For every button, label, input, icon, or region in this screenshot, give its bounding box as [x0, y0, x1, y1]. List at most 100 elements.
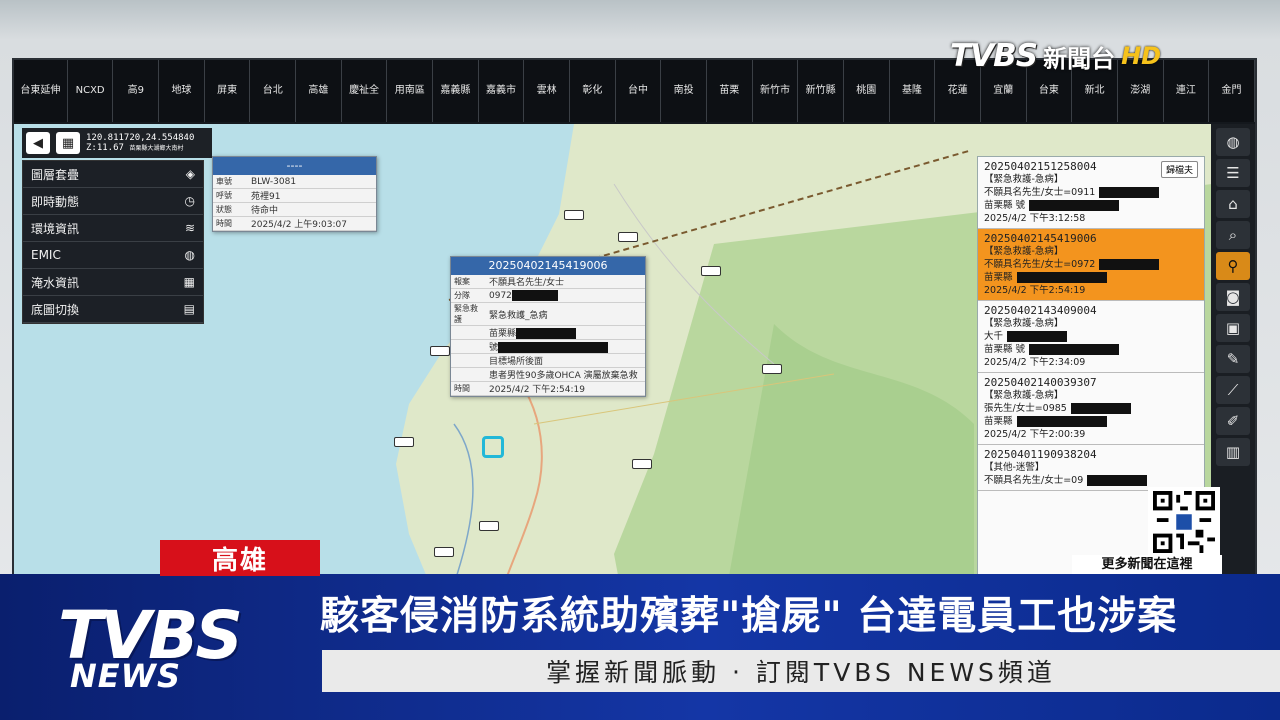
qr-code[interactable]: [1148, 487, 1220, 557]
vehicle-marker[interactable]: [632, 459, 652, 469]
book-icon[interactable]: ▥: [1216, 438, 1250, 466]
vehicle-marker[interactable]: [564, 210, 584, 220]
layers-icon: ◈: [185, 167, 195, 181]
popup-key: 報案: [454, 277, 470, 286]
popup-row: 狀態 待命中: [213, 203, 376, 217]
vehicle-marker[interactable]: [701, 266, 721, 276]
popup-row: 時間 2025/4/2 下午2:54:19: [451, 382, 645, 396]
pin-icon[interactable]: ⚲: [1216, 252, 1250, 280]
district-tab[interactable]: 雲林: [524, 60, 571, 122]
call-id: 20250402140039307: [984, 376, 1097, 389]
channel-logo: TVBS 新聞台 HD: [950, 38, 1240, 74]
left-menu-label: 底圖切換: [31, 302, 80, 317]
popup-row: 目標場所後面: [451, 354, 645, 368]
district-tab[interactable]: 新竹市: [753, 60, 799, 122]
popup-row: 患者男性90多歲OHCA 演屬放棄急救: [451, 368, 645, 382]
archive-button[interactable]: 歸檔夫: [1160, 161, 1198, 178]
redaction-bar: [1099, 187, 1160, 198]
district-tab[interactable]: 嘉義縣: [433, 60, 479, 122]
district-tab[interactable]: 用南區: [387, 60, 434, 122]
district-tab[interactable]: 嘉義市: [479, 60, 525, 122]
qr-code-icon: [1153, 491, 1215, 553]
edit-icon[interactable]: ✎: [1216, 345, 1250, 373]
redaction-bar: [1029, 344, 1120, 355]
popup-key: 分隊: [454, 291, 470, 300]
vehicle-marker[interactable]: [434, 547, 454, 557]
channel-brand: TVBS: [950, 38, 1038, 74]
district-tab[interactable]: 慶祉全: [342, 60, 388, 122]
left-menu-item[interactable]: 環境資訊 ≋: [23, 215, 203, 242]
call-time: 2025/4/2 下午2:34:09: [984, 357, 1086, 368]
popup-value: 緊急救護_急病: [489, 310, 548, 321]
popup-key: 緊急救護: [454, 304, 478, 324]
popup-row: 時間 2025/4/2 上午9:03:07: [213, 217, 376, 231]
image-icon[interactable]: ▣: [1216, 314, 1250, 342]
district-tab[interactable]: 台北: [250, 60, 297, 122]
left-menu-item[interactable]: 淹水資訊 ▦: [23, 269, 203, 296]
vehicle-marker[interactable]: [762, 364, 782, 374]
district-tab[interactable]: 地球: [159, 60, 205, 122]
call-time: 2025/4/2 下午2:00:39: [984, 429, 1086, 440]
call-list-item[interactable]: 20250402145419006 【緊急救護-急病】 不願具名先生/女士=0972…: [978, 229, 1204, 301]
camera-icon[interactable]: ◙: [1216, 283, 1250, 311]
district-tab[interactable]: 桃園: [844, 60, 890, 122]
district-tab[interactable]: 新竹縣: [798, 60, 844, 122]
popup-row: 號: [451, 340, 645, 354]
call-place: 苗栗縣 號: [984, 199, 1198, 212]
left-menu-item[interactable]: EMIC ◍: [23, 242, 203, 269]
globe-icon: ◍: [184, 248, 195, 262]
district-tab[interactable]: 南投: [661, 60, 707, 122]
district-tab[interactable]: 高雄: [296, 60, 342, 122]
district-tab[interactable]: 苗栗: [707, 60, 753, 122]
list-icon[interactable]: ☰: [1216, 159, 1250, 187]
call-list-item[interactable]: 20250402140039307 【緊急救護-急病】 張先生/女士=0985 苗栗縣…: [978, 373, 1204, 445]
left-menu-item[interactable]: 底圖切換 ▤: [23, 296, 203, 323]
call-list-item[interactable]: 20250402143409004 【緊急救護-急病】 大千 苗栗縣 號 2025/4/…: [978, 301, 1204, 373]
district-tab[interactable]: 屏東: [205, 60, 251, 122]
district-tab[interactable]: 高9: [113, 60, 160, 122]
call-caller: 不願具名先生/女士=09: [984, 474, 1198, 487]
vehicle-marker[interactable]: [479, 521, 499, 531]
pen-icon[interactable]: ✐: [1216, 407, 1250, 435]
left-menu-label: 環境資訊: [31, 221, 80, 236]
broadcast-frame: 台東延伸 NCXD 高9 地球 屏東 台北 高雄 慶祉全 用南區 嘉義縣 嘉義市 雲林 彰化 台中 南投 苗栗…: [0, 0, 1280, 720]
popup-value: 待命中: [251, 206, 279, 216]
vehicle-marker[interactable]: [618, 232, 638, 242]
ruler-icon[interactable]: ⟋: [1216, 376, 1250, 404]
district-tab[interactable]: 基隆: [890, 60, 936, 122]
popup-value: 不願具名先生/女士: [489, 278, 565, 288]
incident-marker[interactable]: [482, 436, 504, 458]
globe-icon[interactable]: ◍: [1216, 128, 1250, 156]
call-place: 苗栗縣: [984, 415, 1198, 428]
popup-key: 車號: [216, 177, 232, 186]
district-tab[interactable]: 台中: [616, 60, 662, 122]
district-tab[interactable]: 台東延伸: [14, 60, 68, 122]
call-time: 2025/4/2 下午2:54:19: [984, 285, 1086, 296]
home-icon[interactable]: ⌂: [1216, 190, 1250, 218]
grid-view-icon[interactable]: ▦: [56, 132, 80, 154]
popup-value: 0972: [483, 290, 645, 301]
news-logo-word: NEWS: [70, 657, 181, 695]
popup-title: ----: [213, 157, 376, 175]
call-type: 【其他-迷警】: [984, 462, 1045, 473]
map-icon: ▤: [183, 302, 195, 316]
coordinate-value: 120.811720,24.554840: [86, 132, 195, 143]
vehicle-marker[interactable]: [430, 346, 450, 356]
popup-key: 時間: [454, 384, 470, 393]
left-menu-item[interactable]: 即時動態 ◷: [23, 188, 203, 215]
back-icon[interactable]: ◀: [26, 132, 50, 154]
tvbs-news-logo: TVBS NEWS: [40, 595, 310, 705]
left-menu-item[interactable]: 圖層套疊 ◈: [23, 161, 203, 188]
popup-key: 狀態: [216, 205, 232, 214]
case-info-popup: 20250402145419006 報案 不願具名先生/女士 分隊 0972 緊急救護 緊急…: [450, 256, 646, 397]
district-tab[interactable]: NCXD: [68, 60, 114, 122]
vehicle-marker[interactable]: [394, 437, 414, 447]
zoom-icon[interactable]: ⌕: [1216, 221, 1250, 249]
popup-row: 報案 不願具名先生/女士: [451, 275, 645, 289]
district-tab[interactable]: 彰化: [570, 60, 616, 122]
call-list-item[interactable]: 20250401190938204 【其他-迷警】 不願具名先生/女士=09: [978, 445, 1204, 491]
popup-row: 分隊 0972: [451, 289, 645, 303]
popup-value: 苗栗縣: [483, 326, 645, 339]
news-headline: 駭客侵消防系統助殯葬"搶屍" 台達電員工也涉案: [320, 594, 1178, 639]
popup-row: 呼號 苑裡91: [213, 189, 376, 203]
